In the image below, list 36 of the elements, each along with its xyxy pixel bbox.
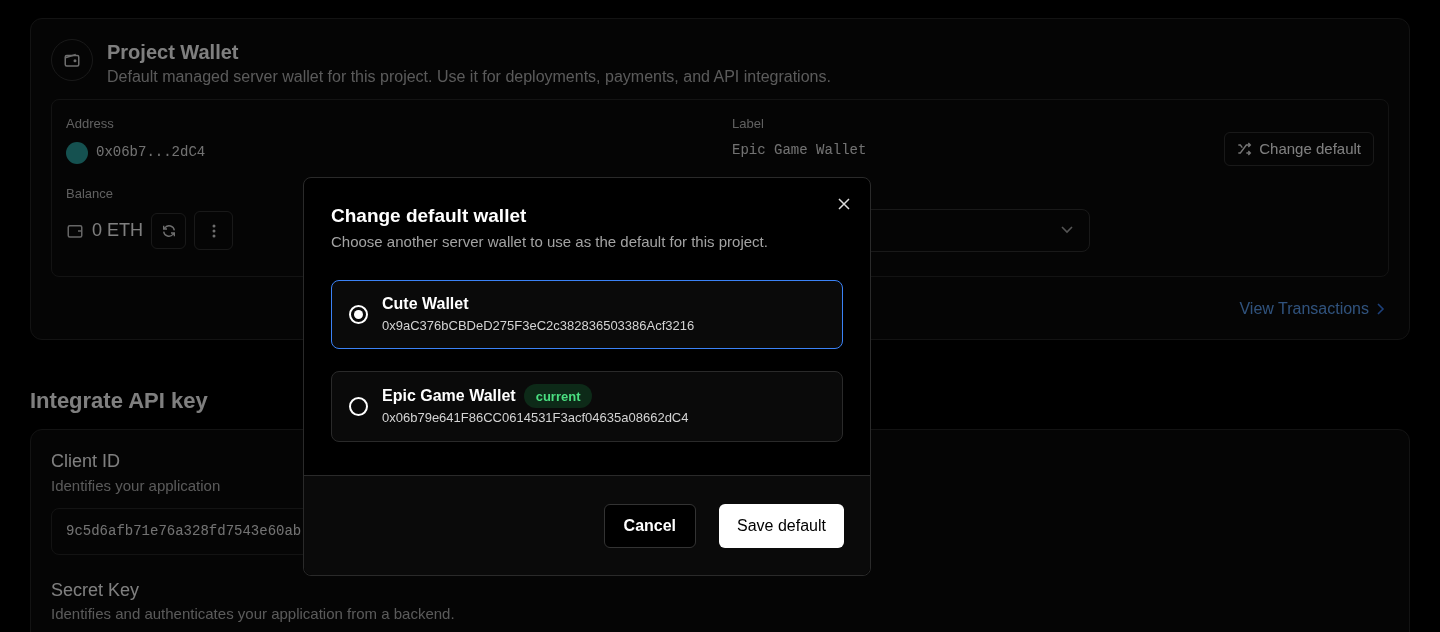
section-heading: Integrate API key [30, 387, 208, 415]
refresh-button[interactable] [151, 212, 186, 249]
chevron-right-icon [1377, 303, 1385, 315]
field-title: Client ID [51, 450, 121, 473]
close-button[interactable] [836, 196, 852, 212]
save-default-button[interactable]: Save default [719, 503, 844, 548]
balance-amount: 0 ETH [92, 219, 143, 242]
dialog-description: Choose another server wallet to use as the default for this project. [331, 232, 769, 252]
radio-button[interactable] [349, 304, 368, 324]
card-description: Default managed server wallet for this project. Use it for deployments, payments, and API integrations. [107, 67, 831, 87]
chevron-down-icon [1061, 226, 1073, 234]
wallet-option[interactable]: Epic Game Wallet current 0x06b79e641F86CC0614531F3acf04635a08662dC4 [331, 370, 843, 442]
wallet-address: 0x06b7...2dC4 [96, 143, 206, 162]
shuffle-icon [1237, 141, 1254, 157]
field-description: Identifies and authenticates your application from a backend. [51, 603, 455, 623]
wallet-name: Epic Game Wallet [382, 386, 516, 407]
wallet-name: Cute Wallet [382, 294, 469, 315]
field-title: Secret Key [51, 578, 140, 602]
wallet-address: 0x9aC376bCBDeD275F3eC2c382836503386Acf3216 [382, 317, 695, 336]
client-id-value: 9c5d6afb71e76a328fd7543e60ab [66, 521, 302, 541]
wallet-address: 0x06b79e641F86CC0614531F3acf04635a08662dC4 [382, 409, 689, 428]
avatar-icon [66, 141, 88, 164]
radio-button[interactable] [349, 396, 368, 416]
field-label: Balance [66, 184, 113, 203]
wallet-label: Epic Game Wallet [732, 140, 867, 160]
refresh-icon [160, 222, 177, 239]
field-description: Identifies your application [51, 476, 221, 496]
more-icon [211, 223, 216, 238]
current-badge: current [523, 384, 593, 409]
change-default-button[interactable]: Change default [1224, 132, 1374, 166]
field-label: Label [732, 115, 764, 133]
card-title: Project Wallet [107, 40, 239, 65]
field-label: Address [66, 115, 114, 133]
wallet-option[interactable]: Cute Wallet 0x9aC376bCBDeD275F3eC2c382836503386Acf3216 [331, 279, 843, 349]
dialog-title: Change default wallet [331, 204, 528, 228]
cancel-button[interactable]: Cancel [603, 503, 697, 548]
